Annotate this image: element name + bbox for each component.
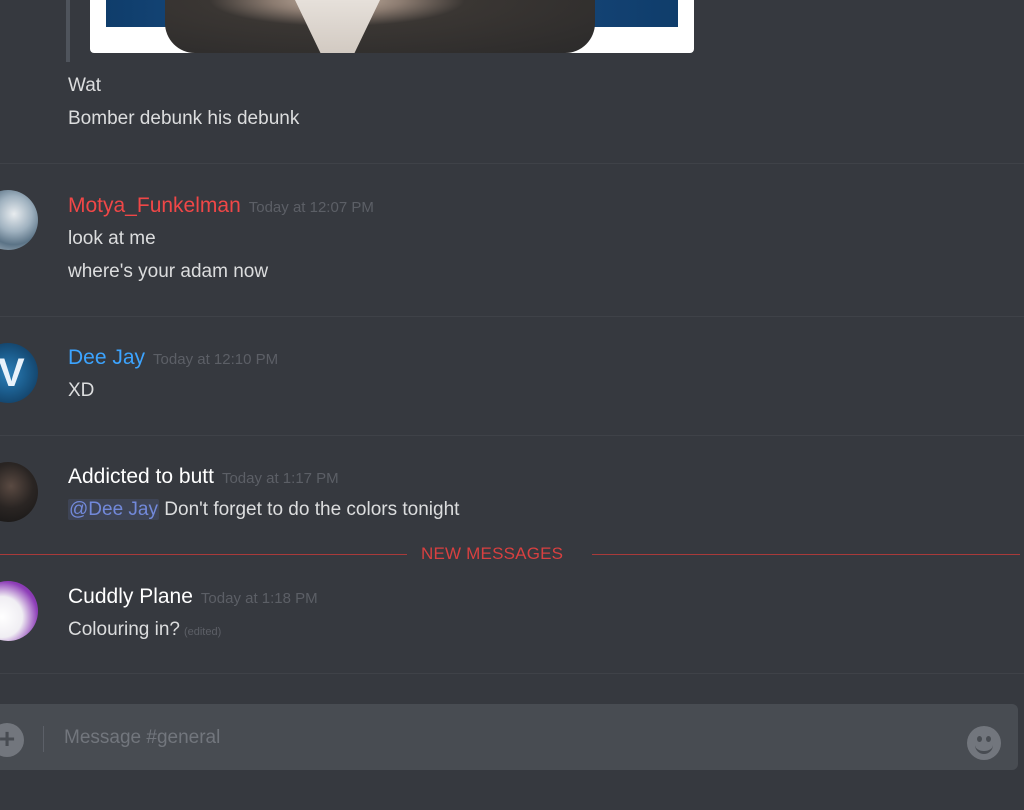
new-messages-label: NEW MESSAGES: [421, 544, 564, 563]
message-divider: [0, 316, 1024, 317]
message-list: Wat Bomber debunk his debunk Motya_Funke…: [0, 0, 1024, 700]
message-body: Don't forget to do the colors tonight: [164, 499, 460, 520]
timestamp: Today at 1:17 PM: [221, 470, 339, 487]
username[interactable]: Cuddly Plane: [68, 585, 193, 608]
message-text: look at me: [68, 228, 156, 249]
message-divider: [0, 673, 1024, 674]
timestamp: Today at 1:18 PM: [200, 590, 318, 607]
avatar[interactable]: [0, 190, 38, 250]
username[interactable]: Addicted to butt: [68, 465, 214, 488]
username[interactable]: Dee Jay: [68, 346, 145, 369]
message-header: Motya_Funkelman Today at 12:07 PM: [68, 194, 374, 218]
new-messages-line-right: [592, 554, 1020, 555]
message-header: Addicted to butt Today at 1:17 PM: [68, 465, 339, 489]
message-text: XD: [68, 380, 95, 401]
avatar[interactable]: [0, 343, 38, 403]
message-text: Wat: [68, 75, 102, 96]
user-mention[interactable]: @Dee Jay: [68, 499, 159, 520]
message-text: @Dee Jay Don't forget to do the colors t…: [68, 499, 459, 521]
new-messages-line-left: [0, 554, 407, 555]
message-text: Bomber debunk his debunk: [68, 108, 300, 129]
timestamp: Today at 12:07 PM: [248, 199, 374, 216]
message-text: Colouring in? (edited): [68, 619, 221, 641]
embedded-image[interactable]: [90, 0, 694, 53]
message-divider: [0, 163, 1024, 164]
message-input[interactable]: [62, 720, 946, 756]
avatar[interactable]: [0, 581, 38, 641]
message-composer: +: [0, 704, 1018, 770]
avatar[interactable]: [0, 462, 38, 522]
message-divider: [0, 435, 1024, 436]
embed-accent-bar: [66, 0, 70, 62]
composer-separator: [43, 726, 44, 752]
emoji-mouth: [975, 742, 993, 754]
username[interactable]: Motya_Funkelman: [68, 194, 241, 217]
edited-marker: (edited): [183, 626, 222, 638]
plus-icon[interactable]: +: [0, 723, 24, 757]
message-text: where's your adam now: [68, 261, 269, 282]
emoji-icon[interactable]: [967, 726, 1001, 760]
message-header: Dee Jay Today at 12:10 PM: [68, 346, 278, 370]
embed-figure: [165, 0, 595, 53]
message-header: Cuddly Plane Today at 1:18 PM: [68, 585, 318, 609]
timestamp: Today at 12:10 PM: [153, 351, 279, 368]
message-body: Colouring in?: [68, 619, 180, 640]
